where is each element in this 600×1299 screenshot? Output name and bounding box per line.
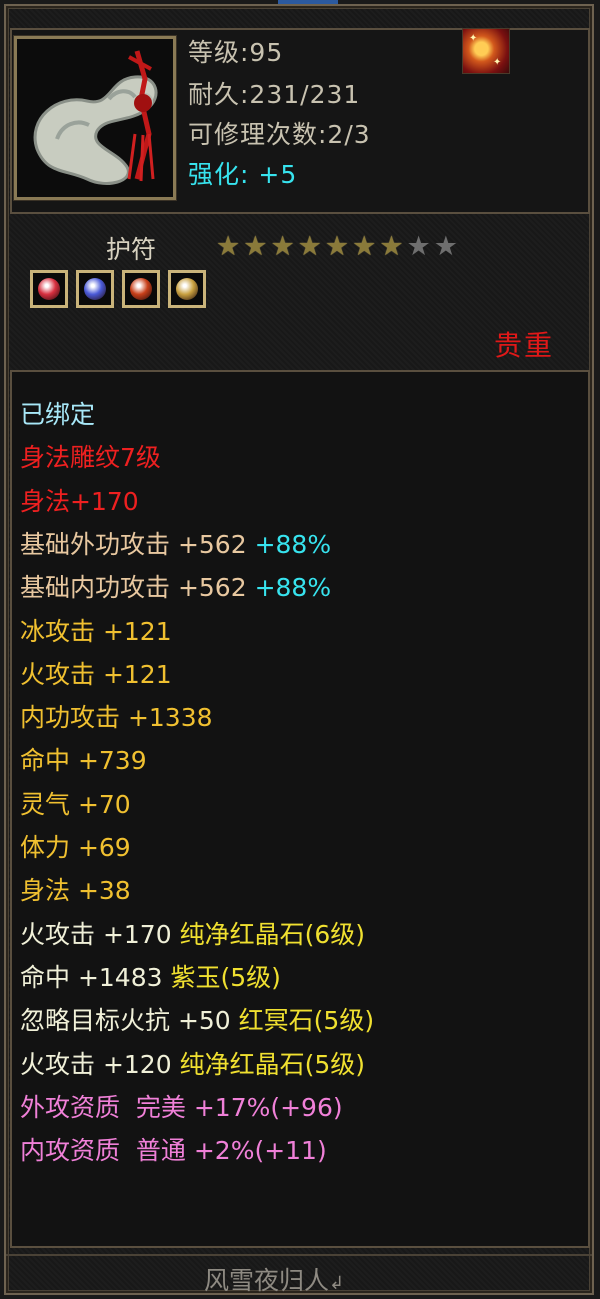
attribute-text: 忽略目标火抗 +50 xyxy=(20,1006,239,1036)
attribute-line: 身法 +38 xyxy=(20,876,131,906)
attribute-text: 火攻击 +121 xyxy=(20,659,172,689)
attribute-line: 冰攻击 +121 xyxy=(20,617,172,647)
attribute-text: +88% xyxy=(246,529,332,559)
rainbow-gem-icon xyxy=(168,270,206,308)
attribute-text: 冰攻击 +121 xyxy=(20,616,172,646)
attribute-text: 外攻资质 完美 +17%(+96) xyxy=(20,1092,343,1122)
jade-amulet-icon xyxy=(13,35,177,201)
attribute-text: 身法雕纹7级 xyxy=(20,443,161,473)
star-icon: ★ xyxy=(297,231,322,262)
footer-label: 风雪夜归人 xyxy=(204,1266,330,1295)
star-rating: ★ ★ ★ ★ ★ ★ ★ ★ ★ xyxy=(216,231,458,262)
attribute-line: 体力 +69 xyxy=(20,833,131,863)
attribute-text: 基础外功攻击 +562 xyxy=(20,529,247,559)
attribute-text: 已绑定 xyxy=(20,400,96,429)
return-arrow-icon: ↲ xyxy=(329,1273,345,1294)
attribute-text: 火攻击 +120 xyxy=(20,1049,180,1079)
item-rarity: 贵重 xyxy=(494,329,555,362)
star-icon: ★ xyxy=(216,231,241,262)
item-enhance: 强化: +5 xyxy=(188,160,297,190)
top-edge-decoration xyxy=(278,0,338,4)
attribute-text: 纯净红晶石(5级) xyxy=(179,1049,365,1079)
attribute-text: 命中 +739 xyxy=(20,746,147,776)
attribute-text: 纯净红晶石(6级) xyxy=(179,919,365,949)
red-gem-icon xyxy=(30,270,68,308)
attribute-text: 身法 +38 xyxy=(20,876,131,906)
attribute-text: 灵气 +70 xyxy=(20,789,131,819)
star-icon: ★ xyxy=(324,231,350,262)
attribute-text: 体力 +69 xyxy=(20,833,131,862)
item-repair-count: 可修理次数:2/3 xyxy=(188,120,371,149)
star-icon: ★ xyxy=(352,231,377,262)
attribute-text: 身法+170 xyxy=(20,486,139,516)
attribute-text: 火攻击 +170 xyxy=(20,919,180,949)
attribute-line: 忽略目标火抗 +50 红冥石(5级) xyxy=(20,1006,374,1036)
item-durability: 耐久:231/231 xyxy=(188,80,361,109)
enhance-value: +5 xyxy=(258,160,298,189)
attribute-line: 火攻击 +170 纯净红晶石(6级) xyxy=(20,920,365,950)
attribute-text: 红冥石(5级) xyxy=(238,1006,375,1036)
item-level: 等级:95 xyxy=(188,38,284,67)
footer-text: 风雪夜归人↲ xyxy=(204,1261,344,1297)
star-icon: ★ xyxy=(433,231,458,262)
attribute-line: 基础内功攻击 +562 +88% xyxy=(20,573,331,603)
attribute-line: 外攻资质 完美 +17%(+96) xyxy=(20,1093,343,1123)
socketed-gems xyxy=(30,270,206,308)
red-crystal-icon xyxy=(122,270,160,308)
attribute-line: 身法+170 xyxy=(20,487,139,517)
attribute-text: 紫玉(5级) xyxy=(170,962,281,992)
item-type: 护符 xyxy=(106,235,157,264)
blue-gem-icon xyxy=(76,270,114,308)
attribute-line: 身法雕纹7级 xyxy=(20,443,161,473)
attribute-line: 命中 +739 xyxy=(20,746,147,776)
attribute-line: 命中 +1483 紫玉(5级) xyxy=(20,963,281,993)
star-icon: ★ xyxy=(406,231,431,262)
attribute-line: 基础外功攻击 +562 +88% xyxy=(20,530,331,560)
attribute-text: 内功攻击 +1338 xyxy=(20,703,213,733)
fire-emblem-icon: ✦ ✦ xyxy=(462,28,510,74)
star-icon: ★ xyxy=(379,231,404,262)
attribute-line: 灵气 +70 xyxy=(20,790,131,820)
attribute-line: 内攻资质 普通 +2%(+11) xyxy=(20,1136,327,1166)
attribute-text: 基础内功攻击 +562 xyxy=(20,573,247,603)
attribute-line: 火攻击 +120 纯净红晶石(5级) xyxy=(20,1050,365,1080)
attribute-line: 内功攻击 +1338 xyxy=(20,703,213,733)
star-icon: ★ xyxy=(243,231,268,262)
enhance-label: 强化: xyxy=(188,160,250,189)
attribute-text: 命中 +1483 xyxy=(20,962,171,992)
attribute-text: 内攻资质 普通 +2%(+11) xyxy=(20,1136,327,1166)
attribute-line: 已绑定 xyxy=(20,400,95,430)
star-icon: ★ xyxy=(270,231,295,262)
attribute-text: +88% xyxy=(246,573,332,603)
attribute-line: 火攻击 +121 xyxy=(20,660,172,690)
